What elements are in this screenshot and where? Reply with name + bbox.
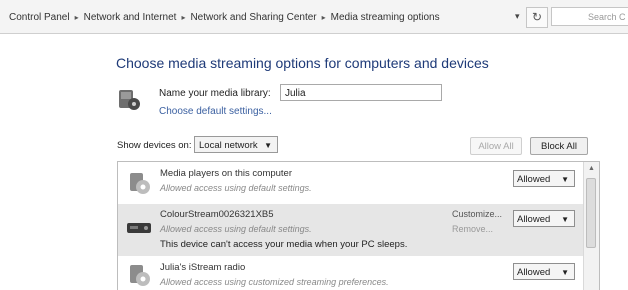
refresh-button[interactable]: ↻ bbox=[526, 7, 548, 28]
device-status: Allowed access using default settings. bbox=[160, 183, 312, 193]
page-title: Choose media streaming options for compu… bbox=[116, 55, 489, 71]
chevron-down-icon: ▼ bbox=[561, 215, 569, 224]
access-select[interactable]: Allowed ▼ bbox=[513, 263, 575, 280]
allow-all-button[interactable]: Allow All bbox=[470, 137, 522, 155]
show-devices-label: Show devices on: bbox=[117, 140, 192, 151]
library-name-label: Name your media library: bbox=[159, 88, 271, 99]
breadcrumb-separator-icon[interactable]: ▸ bbox=[320, 13, 328, 22]
address-dropdown-icon[interactable]: ▾ bbox=[515, 11, 520, 22]
breadcrumb-network-internet[interactable]: Network and Internet bbox=[81, 12, 180, 23]
device-row[interactable]: Julia's iStream radio Allowed access usi… bbox=[118, 256, 584, 290]
address-bar: Control Panel ▸ Network and Internet ▸ N… bbox=[0, 0, 628, 34]
access-select-value: Allowed bbox=[517, 174, 551, 185]
chevron-down-icon: ▼ bbox=[561, 175, 569, 184]
device-name: Media players on this computer bbox=[160, 168, 293, 179]
breadcrumb-separator-icon[interactable]: ▸ bbox=[179, 13, 187, 22]
breadcrumb-network-sharing-center[interactable]: Network and Sharing Center bbox=[187, 12, 319, 23]
radio-icon bbox=[130, 265, 150, 286]
remove-link[interactable]: Remove... bbox=[452, 224, 493, 234]
breadcrumb-control-panel[interactable]: Control Panel bbox=[6, 12, 73, 23]
breadcrumb-separator-icon[interactable]: ▸ bbox=[73, 13, 81, 22]
network-select[interactable]: Local network ▼ bbox=[194, 136, 278, 153]
list-scrollbar[interactable]: ▲ bbox=[583, 162, 599, 290]
access-select[interactable]: Allowed ▼ bbox=[513, 210, 575, 227]
network-select-value: Local network bbox=[199, 140, 258, 151]
scrollbar-thumb[interactable] bbox=[586, 178, 596, 248]
choose-default-settings-link[interactable]: Choose default settings... bbox=[159, 106, 272, 117]
scroll-up-icon[interactable]: ▲ bbox=[584, 162, 599, 176]
device-row[interactable]: Media players on this computer Allowed a… bbox=[118, 162, 584, 204]
breadcrumb: Control Panel ▸ Network and Internet ▸ N… bbox=[6, 8, 506, 26]
search-input[interactable]: Search C bbox=[551, 7, 628, 26]
refresh-icon: ↻ bbox=[531, 10, 543, 24]
chevron-down-icon: ▼ bbox=[561, 268, 569, 277]
streaming-device-icon bbox=[127, 223, 151, 233]
access-select-value: Allowed bbox=[517, 267, 551, 278]
device-sleep-note: This device can't access your media when… bbox=[160, 239, 408, 250]
media-player-icon bbox=[130, 173, 150, 194]
device-status: Allowed access using default settings. bbox=[160, 224, 312, 234]
media-library-icon bbox=[119, 90, 140, 110]
customize-link[interactable]: Customize... bbox=[452, 209, 502, 219]
access-select[interactable]: Allowed ▼ bbox=[513, 170, 575, 187]
device-list: Media players on this computer Allowed a… bbox=[117, 161, 600, 290]
device-name: Julia's iStream radio bbox=[160, 262, 246, 273]
device-name: ColourStream0026321XB5 bbox=[160, 209, 274, 220]
chevron-down-icon: ▼ bbox=[264, 141, 272, 150]
device-row[interactable]: ColourStream0026321XB5 Allowed access us… bbox=[118, 204, 584, 256]
block-all-button[interactable]: Block All bbox=[530, 137, 588, 155]
library-name-input[interactable]: Julia bbox=[280, 84, 442, 101]
device-status: Allowed access using customized streamin… bbox=[160, 277, 389, 287]
access-select-value: Allowed bbox=[517, 214, 551, 225]
breadcrumb-media-streaming[interactable]: Media streaming options bbox=[328, 12, 443, 23]
